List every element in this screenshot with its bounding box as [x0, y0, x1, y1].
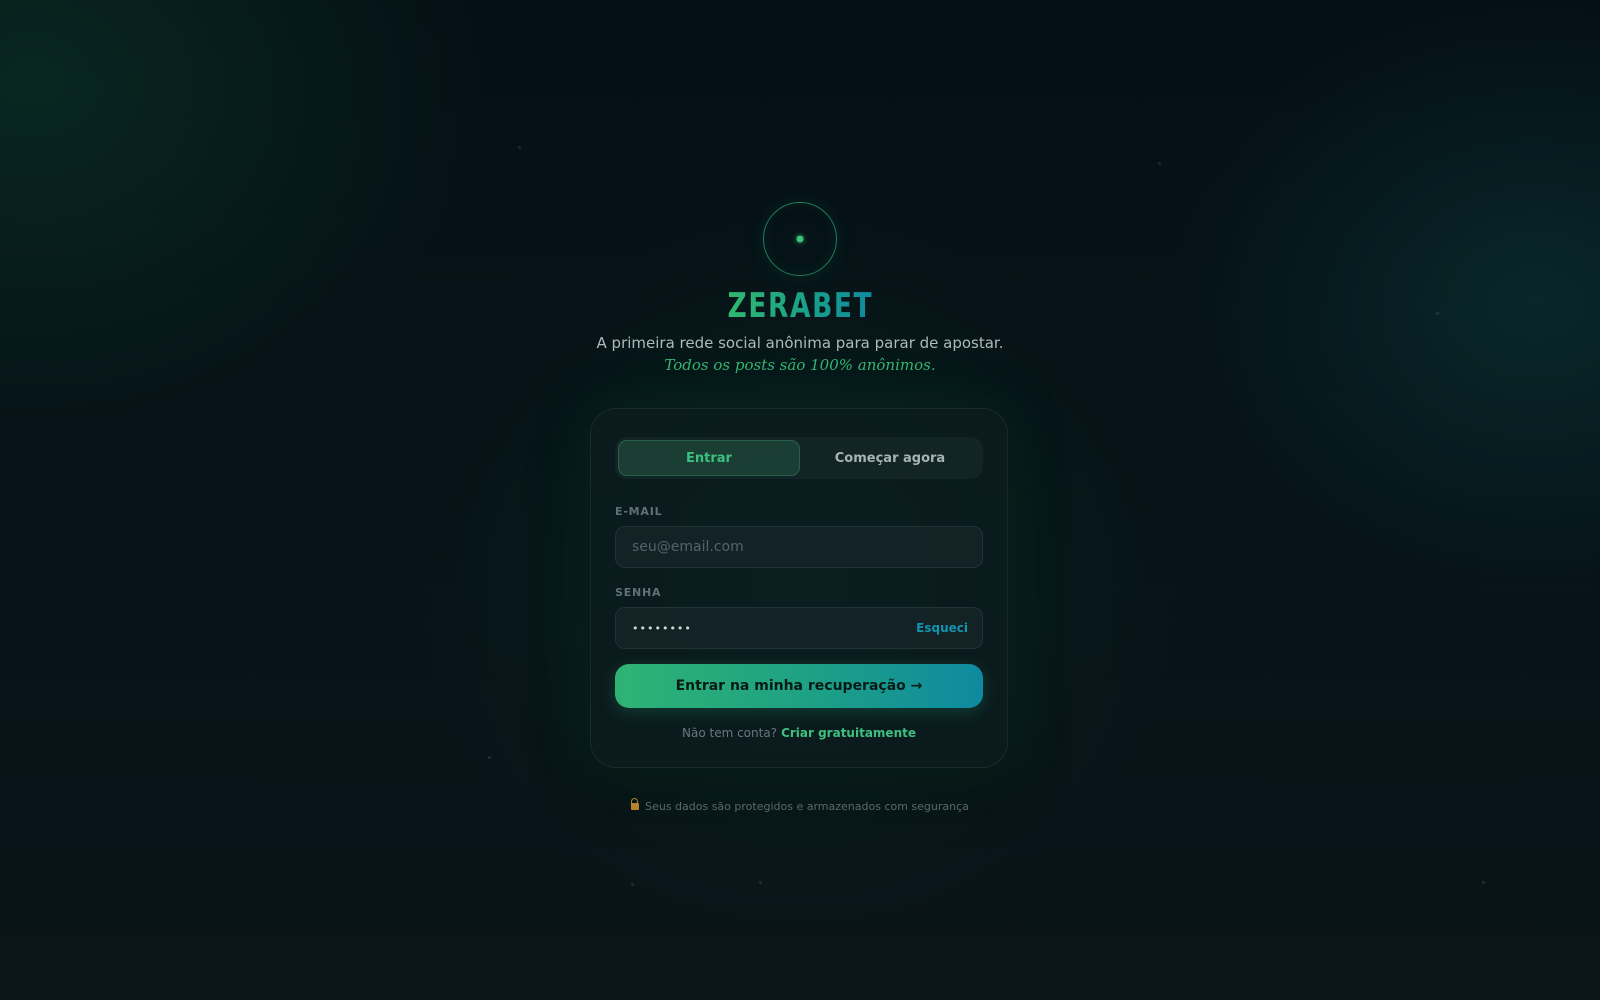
background-dot — [518, 146, 521, 149]
password-field[interactable] — [630, 620, 917, 636]
email-field-wrapper — [615, 526, 983, 568]
security-note: Seus dados são protegidos e armazenados … — [0, 798, 1600, 813]
background-dot — [1158, 162, 1161, 165]
password-label: SENHA — [615, 586, 662, 599]
signup-link[interactable]: Criar gratuitamente — [781, 726, 916, 740]
forgot-password-link[interactable]: Esqueci — [916, 621, 968, 635]
background-dot — [1482, 881, 1485, 884]
app-tagline: Todos os posts são 100% anônimos. — [664, 356, 936, 374]
login-card: Entrar Começar agora E-MAIL SENHA Esquec… — [590, 408, 1008, 768]
auth-tabs: Entrar Começar agora — [615, 437, 983, 479]
app-subtitle: A primeira rede social anônima para para… — [596, 334, 1004, 352]
tab-sign-in[interactable]: Entrar — [618, 440, 800, 476]
background-dot — [488, 756, 491, 759]
logo-center-dot — [796, 235, 804, 243]
lock-icon — [631, 798, 640, 810]
brand-header: ZERABET A primeira rede social anônima p… — [0, 202, 1600, 374]
email-field[interactable] — [630, 538, 968, 556]
background-dot — [759, 881, 762, 884]
app-title: ZERABET — [727, 286, 873, 326]
background-dot — [631, 883, 634, 886]
signup-prompt: Não tem conta? — [682, 726, 778, 740]
signup-row: Não tem conta? Criar gratuitamente — [615, 726, 983, 740]
submit-button[interactable]: Entrar na minha recuperação → — [615, 664, 983, 708]
email-label: E-MAIL — [615, 505, 663, 518]
password-field-wrapper: Esqueci — [615, 607, 983, 649]
tab-sign-up[interactable]: Começar agora — [800, 440, 980, 476]
security-text: Seus dados são protegidos e armazenados … — [645, 800, 969, 813]
target-dot-icon — [763, 202, 837, 276]
